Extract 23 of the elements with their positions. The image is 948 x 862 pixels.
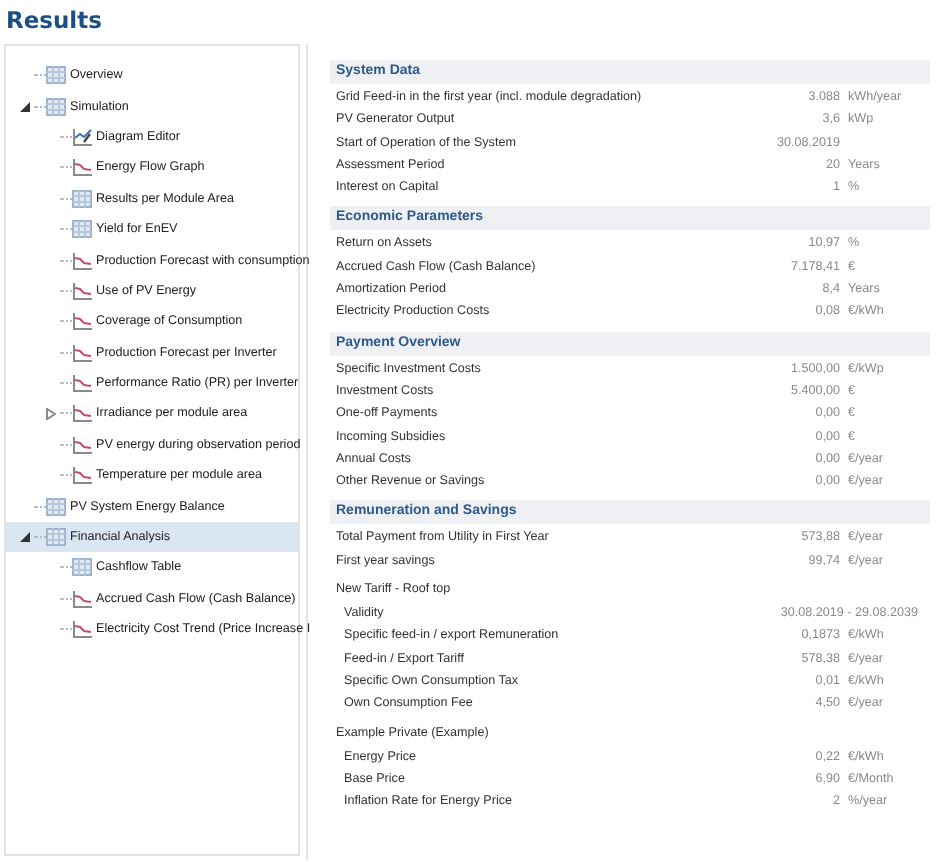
table-icon [72,220,92,239]
table-icon [46,97,66,116]
table-icon [46,497,66,516]
expanded-arrow-icon[interactable] [20,101,30,112]
table-icon [72,558,92,577]
chart-edit-icon [72,127,92,146]
line-chart-icon [72,374,92,393]
line-chart-icon [72,312,92,331]
collapsed-arrow-icon[interactable] [46,407,56,420]
line-chart-icon [72,404,92,423]
line-chart-icon [72,281,92,300]
expanded-arrow-icon[interactable] [20,532,30,543]
line-chart-icon [72,343,92,362]
line-chart-icon [72,251,92,270]
table-icon [46,528,66,547]
line-chart-icon [72,589,92,608]
table-icon [72,189,92,208]
page-title: Results [4,4,104,38]
table-icon [46,66,66,85]
line-chart-icon [72,620,92,639]
line-chart-icon [72,466,92,485]
line-chart-icon [72,435,92,454]
line-chart-icon [72,158,92,177]
